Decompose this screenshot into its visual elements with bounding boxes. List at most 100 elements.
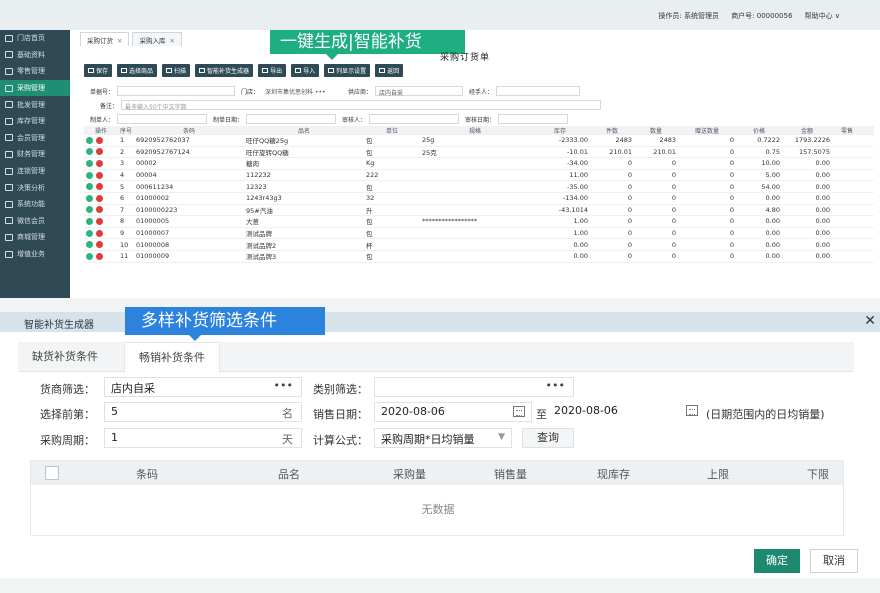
- add-row-icon[interactable]: [86, 136, 93, 144]
- more-icon[interactable]: •••: [274, 379, 293, 392]
- sidebar-item[interactable]: 基础资料: [0, 47, 70, 64]
- tab-purchase-order[interactable]: 采购订货 ✕: [80, 32, 130, 46]
- add-row-icon[interactable]: [86, 229, 93, 237]
- toolbar-icon: [88, 68, 94, 73]
- table-cell: 1793.2226: [794, 136, 830, 145]
- tab-purchase-receipt[interactable]: 采购入库 ✕: [132, 32, 182, 46]
- formula-select[interactable]: 采购周期*日均销量 ▼: [374, 428, 512, 448]
- toolbar-button[interactable]: 导出: [258, 64, 287, 77]
- sidebar-item[interactable]: 连锁管理: [0, 163, 70, 180]
- maker-field[interactable]: [117, 114, 208, 124]
- toolbar-button[interactable]: 保存: [84, 64, 113, 77]
- table-row[interactable]: 7 0100000223 95#汽油 升 -43.1014 0 0 0 4.80 0.00: [84, 205, 874, 217]
- table-cell: 10.00: [761, 159, 780, 168]
- table-row[interactable]: 8 01000005 大葱 包 ***************** 1.00 0 0 0 0.00…: [84, 216, 874, 228]
- tab-out-of-stock[interactable]: 缺货补货条件: [18, 342, 112, 372]
- add-row-icon[interactable]: [86, 241, 93, 249]
- more-icon[interactable]: •••: [546, 379, 565, 392]
- check-date-field[interactable]: [498, 114, 569, 124]
- remove-row-icon[interactable]: [96, 183, 103, 191]
- table-row[interactable]: 5 000611234 12323 包 -35.00 0 0 0 54.00 0.00: [84, 181, 874, 193]
- toolbar-button[interactable]: 智能补货生成器: [195, 64, 254, 77]
- sidebar-item[interactable]: 财务管理: [0, 146, 70, 163]
- category-filter-input[interactable]: •••: [374, 377, 574, 397]
- sidebar-item[interactable]: 决策分析: [0, 179, 70, 196]
- calendar-icon[interactable]: [686, 405, 698, 416]
- remove-row-icon[interactable]: [96, 252, 103, 260]
- table-row[interactable]: 3 00002 糖肉 Kg -34.00 0 0 0 10.00 0.00: [84, 158, 874, 170]
- add-row-icon[interactable]: [86, 252, 93, 260]
- toolbar-button[interactable]: 导入: [291, 64, 320, 77]
- confirm-button[interactable]: 确定: [754, 549, 800, 573]
- table-cell: 包: [366, 137, 373, 146]
- sidebar-item[interactable]: 库存管理: [0, 113, 70, 130]
- close-icon[interactable]: ✕: [117, 37, 122, 45]
- remove-row-icon[interactable]: [96, 206, 103, 214]
- table-cell: 54.00: [761, 182, 780, 191]
- table-row[interactable]: 4 00004 112232 222 11.00 0 0 0 5.00 0.00: [84, 170, 874, 182]
- toolbar-icon: [328, 68, 335, 73]
- make-date-field[interactable]: [246, 114, 337, 124]
- table-cell: 0: [671, 205, 676, 214]
- tab-best-selling[interactable]: 畅销补货条件: [124, 342, 220, 373]
- sidebar-item-label: 决策分析: [17, 183, 45, 192]
- add-row-icon[interactable]: [86, 171, 93, 179]
- store-field[interactable]: 深圳市集优思创科 •••: [262, 86, 343, 96]
- add-row-icon[interactable]: [86, 183, 93, 191]
- top-n-input[interactable]: 5 名: [104, 402, 302, 422]
- select-all-checkbox[interactable]: [45, 466, 59, 480]
- sidebar-item[interactable]: 批发管理: [0, 96, 70, 113]
- toolbar: 保存 选择商品 扫描 智能补货生成器 导出 导入 列显示设置 返回: [84, 64, 408, 77]
- table-row[interactable]: 2 6920952767124 旺仔旋转QQ糖 包 25克 -10.01 210.01 210…: [84, 147, 874, 159]
- sidebar-item[interactable]: 采购管理: [0, 79, 70, 97]
- add-row-icon[interactable]: [86, 206, 93, 214]
- toolbar-button[interactable]: 列显示设置: [324, 64, 371, 77]
- sidebar-item[interactable]: 会员管理: [0, 130, 70, 147]
- table-cell: 0: [671, 182, 676, 191]
- sidebar-item[interactable]: 商城管理: [0, 229, 70, 246]
- merchant-text: 商户号: 00000056: [731, 12, 793, 20]
- cart-icon: [5, 84, 13, 92]
- sidebar-item[interactable]: 微信会员: [0, 213, 70, 230]
- add-row-icon[interactable]: [86, 159, 93, 167]
- add-row-icon[interactable]: [86, 148, 93, 156]
- remove-row-icon[interactable]: [96, 241, 103, 249]
- sidebar-item[interactable]: 系统功能: [0, 196, 70, 213]
- remove-row-icon[interactable]: [96, 136, 103, 144]
- add-row-icon[interactable]: [86, 217, 93, 225]
- toolbar-button[interactable]: 返回: [375, 64, 404, 77]
- table-cell: 0: [627, 252, 632, 261]
- remove-row-icon[interactable]: [96, 229, 103, 237]
- table-row[interactable]: 11 01000009 测试品牌3 包 0.00 0 0 0 0.00 0.00: [84, 251, 874, 263]
- date-from-input[interactable]: 2020-08-06: [374, 402, 532, 422]
- sidebar-item[interactable]: 增值业务: [0, 246, 70, 263]
- supplier-field[interactable]: 店内自采: [375, 86, 464, 97]
- sidebar-item[interactable]: 零售管理: [0, 63, 70, 80]
- table-row[interactable]: 10 01000008 测试品牌2 杯 0.00 0 0 0 0.00 0.00: [84, 239, 874, 251]
- checker-field[interactable]: [369, 114, 460, 124]
- table-row[interactable]: 6 01000002 1243r43g3 32 -134.00 0 0 0 0.00 0.00: [84, 193, 874, 205]
- doc-no-field[interactable]: [117, 86, 236, 96]
- remove-row-icon[interactable]: [96, 159, 103, 167]
- remove-row-icon[interactable]: [96, 171, 103, 179]
- toolbar-button[interactable]: 选择商品: [117, 64, 158, 77]
- close-icon[interactable]: ✕: [864, 313, 876, 329]
- handler-field[interactable]: [496, 86, 581, 96]
- cycle-input[interactable]: 1 天: [104, 428, 302, 448]
- remove-row-icon[interactable]: [96, 148, 103, 156]
- date-to-input[interactable]: 2020-08-06: [548, 402, 704, 422]
- help-link[interactable]: 帮助中心 ∨: [805, 12, 840, 20]
- query-button[interactable]: 查询: [522, 428, 574, 448]
- toolbar-button[interactable]: 扫描: [162, 64, 191, 77]
- calendar-icon[interactable]: [513, 406, 525, 417]
- close-icon[interactable]: ✕: [169, 37, 174, 45]
- add-row-icon[interactable]: [86, 194, 93, 202]
- sidebar-item[interactable]: 门店首页: [0, 30, 70, 47]
- table-row[interactable]: 9 01000007 测试品牌 包 1.00 0 0 0 0.00 0.00: [84, 228, 874, 240]
- table-row[interactable]: 1 6920952762037 旺仔QQ糖25g 包 25g -2333.00 2483 24…: [84, 135, 874, 147]
- cancel-button[interactable]: 取消: [810, 549, 858, 573]
- note-field[interactable]: 最多输入50个中文字数: [121, 100, 602, 111]
- supplier-filter-input[interactable]: 店内自采 •••: [104, 377, 302, 397]
- remove-row-icon[interactable]: [96, 217, 103, 225]
- remove-row-icon[interactable]: [96, 194, 103, 202]
